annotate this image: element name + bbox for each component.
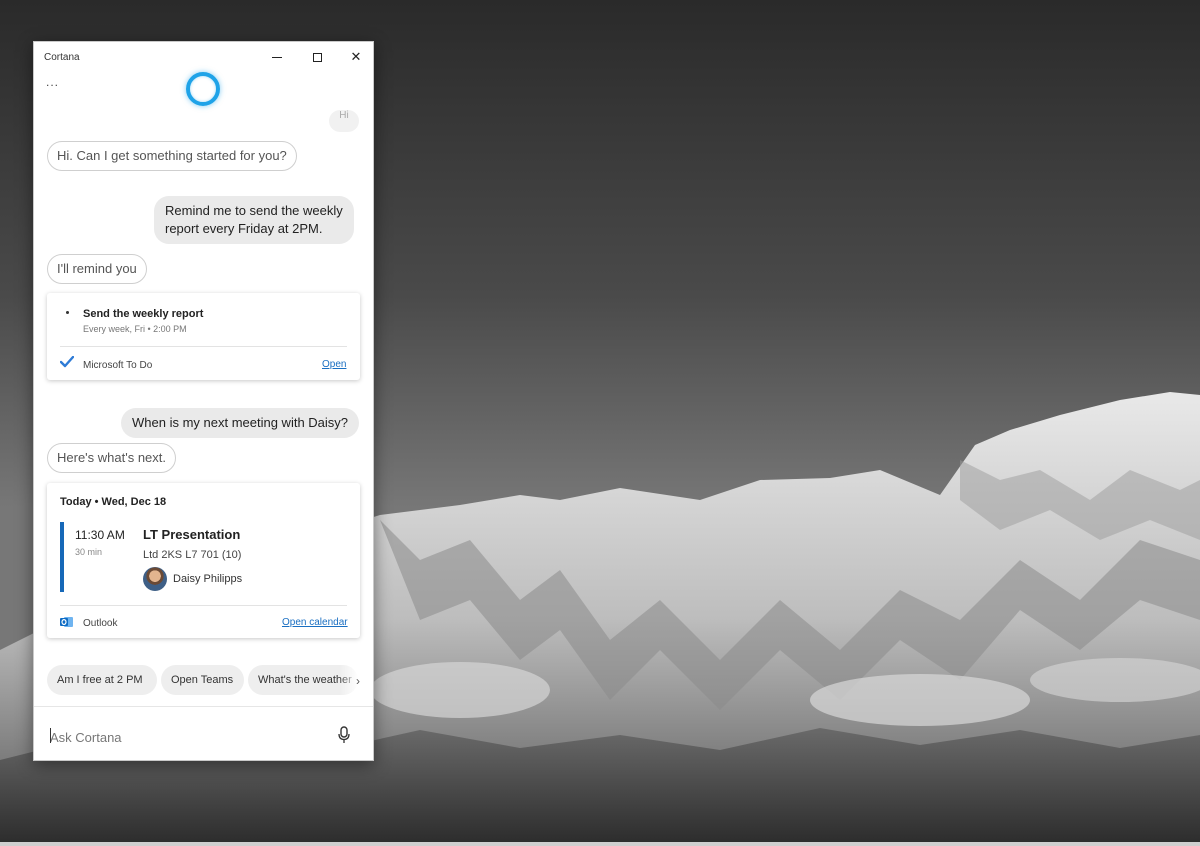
minimize-icon [272, 56, 282, 58]
cortana-reply-remind: I'll remind you [47, 254, 147, 284]
meeting-card[interactable]: Today • Wed, Dec 18 11:30 AM 30 min LT P… [47, 483, 360, 638]
ask-cortana-input[interactable] [50, 726, 300, 748]
chevron-right-icon[interactable]: › [356, 674, 360, 688]
suggestion-chip-free-at-2pm[interactable]: Am I free at 2 PM [47, 665, 157, 695]
cortana-greeting-bubble: Hi. Can I get something started for you? [47, 141, 297, 171]
maximize-button[interactable] [302, 45, 332, 69]
reminder-title: Send the weekly report [83, 308, 204, 320]
window-title: Cortana [44, 52, 80, 63]
close-icon: ✕ [350, 49, 362, 64]
suggestion-chip-open-teams[interactable]: Open Teams [161, 665, 244, 695]
user-message-reminder: Remind me to send the weekly report ever… [154, 196, 354, 244]
meeting-duration: 30 min [75, 547, 103, 557]
partial-user-bubble: Hi [329, 110, 359, 132]
outlook-icon [60, 617, 73, 627]
user-message-meeting: When is my next meeting with Daisy? [121, 408, 360, 438]
maximize-icon [312, 52, 322, 62]
minimize-button[interactable] [262, 45, 292, 69]
calendar-bar [60, 522, 64, 592]
input-divider [34, 706, 373, 707]
more-options-button[interactable]: ... [46, 75, 59, 89]
title-bar[interactable]: Cortana ✕ [34, 42, 373, 72]
avatar [143, 567, 167, 591]
user-message-line: Remind me to send the weekly [165, 203, 343, 218]
bullet-icon [66, 311, 69, 314]
open-todo-link[interactable]: Open [322, 359, 346, 370]
reminder-card[interactable]: Send the weekly report Every week, Fri •… [47, 293, 360, 380]
meeting-attendee: Daisy Philipps [173, 573, 243, 585]
meeting-title: LT Presentation [143, 527, 241, 542]
microphone-icon[interactable] [337, 726, 351, 744]
cortana-ring-icon [186, 72, 220, 106]
meeting-time: 11:30 AM [75, 528, 125, 542]
checkmark-icon [60, 356, 74, 368]
suggestion-chips: Am I free at 2 PM Open Teams What's the … [47, 665, 372, 697]
user-message-line: report every Friday at 2PM. [165, 221, 323, 236]
text-caret [50, 728, 51, 743]
card-divider [60, 346, 347, 347]
meeting-date: Today • Wed, Dec 18 [60, 496, 167, 508]
reminder-schedule: Every week, Fri • 2:00 PM [83, 324, 187, 334]
open-calendar-link[interactable]: Open calendar [282, 617, 348, 628]
outlook-app-label: Outlook [83, 618, 118, 629]
todo-app-label: Microsoft To Do [83, 360, 153, 371]
meeting-room: Ltd 2KS L7 701 (10) [143, 549, 242, 561]
card-divider [60, 605, 347, 606]
cortana-reply-next: Here's what's next. [47, 443, 177, 473]
cortana-window: Cortana ✕ ... Hi Hi. Can I get something… [33, 41, 374, 761]
close-button[interactable]: ✕ [341, 45, 371, 69]
